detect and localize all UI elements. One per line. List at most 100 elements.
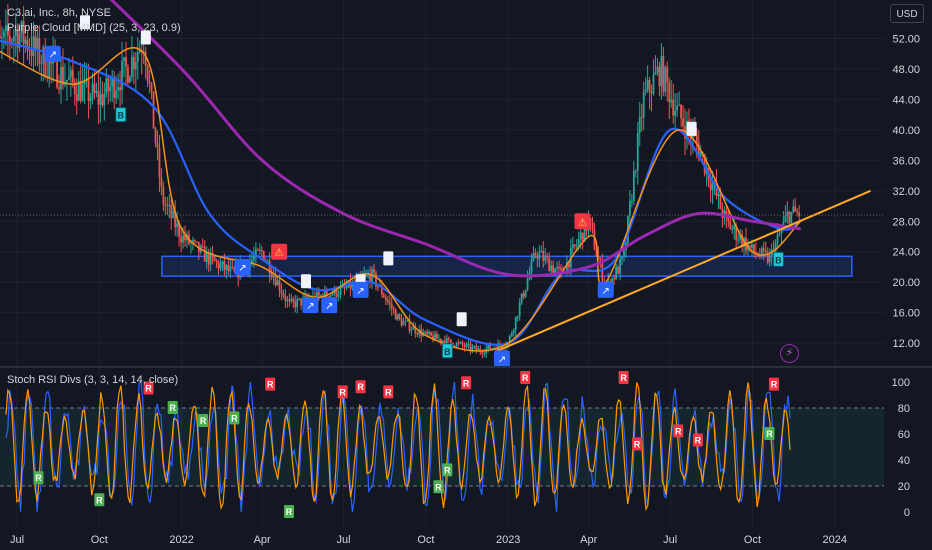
rocket-icon-glyph: ↗ <box>498 354 506 365</box>
candle-body <box>113 77 116 99</box>
warning-icon-glyph: ⚠ <box>275 248 284 259</box>
candle-body <box>156 143 159 148</box>
candle-body <box>288 299 291 302</box>
candle-body <box>42 47 45 64</box>
candle-body <box>630 200 633 202</box>
warning-icon-glyph: ⚠ <box>578 217 587 228</box>
chart-canvas[interactable]: ↗ B ↗ ⚠ ↗ ↗ ↗ B ↗ ⚠ ↗ B 52.00 48.00 44.00 40.00 36.00 32.… <box>0 0 932 550</box>
candle-body <box>410 329 413 331</box>
symbol-title: C3.ai, Inc., 8h, NYSE <box>7 7 111 19</box>
candle-body <box>796 211 799 213</box>
candle-body <box>758 256 761 258</box>
candle-body <box>60 66 62 90</box>
candle-body <box>737 239 740 241</box>
candle-body <box>377 286 379 288</box>
divergence-label: R <box>695 436 702 446</box>
candle-body <box>792 206 795 212</box>
time-tick-label: 2024 <box>823 534 847 546</box>
rocket-icon-glyph: ↗ <box>602 286 610 297</box>
candle-body <box>170 204 173 218</box>
candle-body <box>339 287 342 296</box>
candle-body <box>469 343 472 350</box>
divergence-label: R <box>357 382 364 392</box>
candle-body <box>296 299 299 308</box>
candle-body <box>516 316 519 318</box>
candle-body <box>71 70 74 83</box>
candle-body <box>119 87 121 91</box>
candle-body <box>182 235 184 243</box>
divergence-label: R <box>620 373 627 383</box>
candle-body <box>154 128 157 144</box>
candle-body <box>294 301 297 308</box>
candle-body <box>617 267 619 274</box>
candle-body <box>58 87 60 90</box>
candle-body <box>125 57 127 67</box>
candle-body <box>172 211 175 218</box>
candle-body <box>30 50 33 57</box>
candle-body <box>428 332 431 335</box>
divergence-label: R <box>385 387 392 397</box>
candle-body <box>601 262 604 283</box>
candle-body <box>471 346 474 350</box>
bitcoin-icon-glyph: B <box>118 111 125 121</box>
candle-body <box>660 55 663 87</box>
divergence-label: R <box>435 482 442 492</box>
candle-body <box>656 66 659 73</box>
candle-body <box>117 87 120 91</box>
rocket-icon-glyph: ↗ <box>306 301 314 312</box>
candle-body <box>524 289 527 297</box>
candle-body <box>534 253 537 256</box>
candle-body <box>8 35 11 42</box>
candle-body <box>623 250 625 257</box>
candle-body <box>276 280 279 286</box>
candle-body <box>176 223 179 228</box>
candle-body <box>404 320 407 322</box>
candle-body <box>475 346 478 351</box>
candle-body <box>373 268 375 273</box>
lightning-icon[interactable]: ⚡ <box>780 344 799 363</box>
candle-body <box>382 294 385 298</box>
candle-body <box>280 290 283 294</box>
candle-body <box>544 256 547 261</box>
divergence-label: R <box>444 465 451 475</box>
candle-body <box>256 249 259 251</box>
candle-body <box>300 298 303 306</box>
candle-body <box>650 92 653 94</box>
candle-body <box>162 187 165 205</box>
candle-body <box>556 267 558 269</box>
candle-body <box>672 99 675 116</box>
time-tick-label: 2022 <box>169 534 193 546</box>
candle-body <box>148 81 151 84</box>
candle-body <box>253 256 255 260</box>
candle-body <box>666 67 669 83</box>
candle-body <box>229 266 232 271</box>
candle-body <box>520 293 523 304</box>
candle-body <box>95 90 98 93</box>
candle-body <box>536 255 539 259</box>
candle-body <box>636 133 639 171</box>
divergence-label: R <box>771 380 778 390</box>
candle-body <box>778 233 781 235</box>
candle-body <box>164 204 167 206</box>
candle-body <box>132 56 135 70</box>
price-tick-label: 52.00 <box>892 33 920 45</box>
candle-body <box>532 253 535 261</box>
time-tick-label: Apr <box>580 534 597 546</box>
rocket-icon-glyph: ↗ <box>325 301 333 312</box>
time-tick-label: Jul <box>337 534 351 546</box>
bitcoin-icon-glyph: B <box>775 255 782 265</box>
candle-body <box>733 225 736 229</box>
candle-body <box>717 194 720 196</box>
candle-body <box>109 86 112 92</box>
candle-body <box>621 256 623 260</box>
candle-body <box>396 314 399 320</box>
candle-body <box>402 321 405 326</box>
divergence-label: R <box>463 378 470 388</box>
currency-button[interactable]: USD <box>890 4 924 23</box>
candle-body <box>640 117 643 119</box>
candle-body <box>394 309 397 320</box>
candle-body <box>146 65 149 82</box>
candle-body <box>510 333 513 337</box>
candle-body <box>0 35 1 39</box>
candle-body <box>591 222 594 230</box>
